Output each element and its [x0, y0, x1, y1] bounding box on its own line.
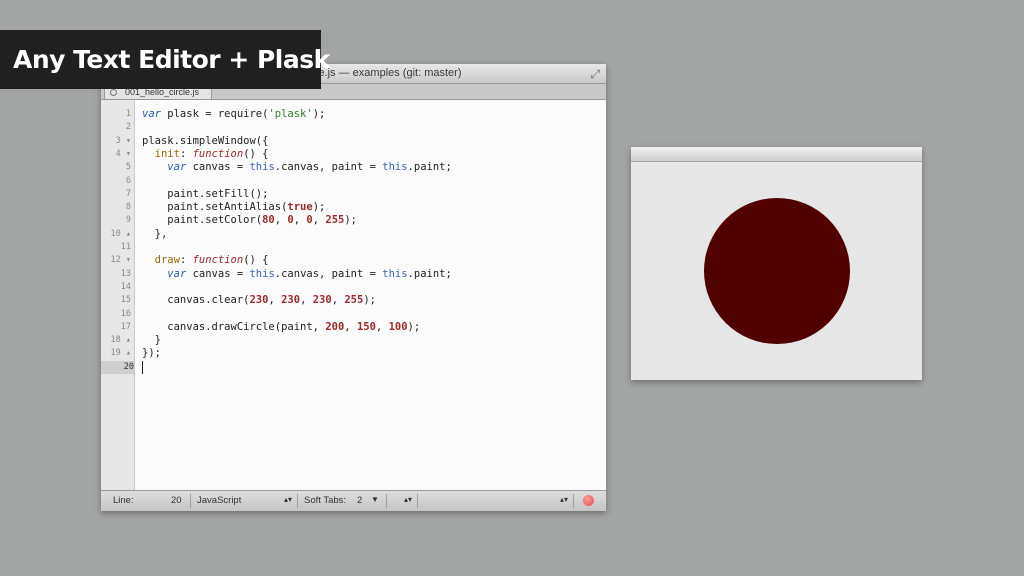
- code-line[interactable]: paint.setColor(80, 0, 0, 255);: [142, 214, 357, 227]
- line-value: 20: [171, 495, 182, 506]
- plask-titlebar[interactable]: [631, 147, 922, 162]
- code-line[interactable]: paint.setAntiAlias(true);: [142, 201, 325, 214]
- language-select[interactable]: JavaScript: [197, 495, 241, 506]
- drawn-circle: [704, 198, 850, 344]
- line-number[interactable]: 10 ▴: [101, 228, 131, 241]
- code-line[interactable]: var canvas = this.canvas, paint = this.p…: [142, 161, 452, 174]
- text-editor-window: le.js — examples (git: master) ⤢ 001_hel…: [101, 64, 606, 511]
- line-number[interactable]: 6: [101, 175, 131, 188]
- code-line[interactable]: });: [142, 347, 161, 360]
- text-cursor: [142, 361, 143, 374]
- line-number[interactable]: 12 ▾: [101, 254, 131, 267]
- line-number[interactable]: 16: [101, 308, 131, 321]
- soft-tabs-value[interactable]: 2: [357, 495, 362, 506]
- line-number[interactable]: 9: [101, 214, 131, 227]
- line-number[interactable]: 15: [101, 294, 131, 307]
- divider: [190, 494, 191, 508]
- code-line[interactable]: plask.simpleWindow({: [142, 135, 268, 148]
- line-number[interactable]: 19 ▴: [101, 347, 131, 360]
- divider: [297, 494, 298, 508]
- code-line[interactable]: }: [142, 334, 161, 347]
- line-label: Line:: [113, 495, 134, 506]
- code-editor[interactable]: var plask = require('plask'); plask.simpl…: [135, 100, 606, 490]
- line-number[interactable]: 2: [101, 121, 131, 134]
- line-number[interactable]: 8: [101, 201, 131, 214]
- fullscreen-icon[interactable]: ⤢: [590, 67, 600, 82]
- tab-close-icon[interactable]: [110, 89, 117, 96]
- code-line[interactable]: var plask = require('plask');: [142, 108, 325, 121]
- code-line[interactable]: init: function() {: [142, 148, 269, 161]
- line-number[interactable]: 17: [101, 321, 131, 334]
- line-number[interactable]: 4 ▾: [101, 148, 131, 161]
- line-number[interactable]: 13: [101, 268, 131, 281]
- chevron-down-icon[interactable]: ▼: [371, 495, 379, 504]
- video-caption: Any Text Editor + Plask: [0, 30, 330, 89]
- bundle-stepper-icon[interactable]: ▴▾: [560, 495, 568, 504]
- code-line[interactable]: },: [142, 228, 168, 241]
- line-number[interactable]: 18 ▴: [101, 334, 131, 347]
- line-number[interactable]: 11: [101, 241, 131, 254]
- code-line[interactable]: draw: function() {: [142, 254, 269, 267]
- code-line[interactable]: canvas.clear(230, 230, 230, 255);: [142, 294, 376, 307]
- line-number[interactable]: 14: [101, 281, 131, 294]
- plask-window: [631, 147, 922, 380]
- code-line[interactable]: paint.setFill();: [142, 188, 268, 201]
- code-line[interactable]: var canvas = this.canvas, paint = this.p…: [142, 268, 452, 281]
- line-number[interactable]: 7: [101, 188, 131, 201]
- divider: [386, 494, 387, 508]
- line-number[interactable]: 1: [101, 108, 131, 121]
- divider: [573, 494, 574, 508]
- code-line[interactable]: canvas.drawCircle(paint, 200, 150, 100);: [142, 321, 420, 334]
- macro-record-icon[interactable]: [583, 495, 594, 506]
- editor-statusbar: Line: 20 JavaScript ▴▾ Soft Tabs: 2 ▼ ▴▾…: [101, 490, 606, 511]
- soft-tabs-label[interactable]: Soft Tabs:: [304, 495, 346, 506]
- editor-title: le.js — examples (git: master): [316, 67, 462, 79]
- divider: [417, 494, 418, 508]
- line-number[interactable]: 20: [101, 360, 134, 374]
- plask-canvas: [631, 162, 922, 380]
- line-number[interactable]: 5: [101, 161, 131, 174]
- language-stepper-icon[interactable]: ▴▾: [284, 495, 292, 504]
- line-number-gutter: 1 2 3 ▾ 4 ▾ 5 6 7 8 9 10 ▴ 11 12 ▾ 13 14 15 …: [101, 100, 135, 490]
- line-number[interactable]: 3 ▾: [101, 135, 131, 148]
- symbol-stepper-icon[interactable]: ▴▾: [404, 495, 412, 504]
